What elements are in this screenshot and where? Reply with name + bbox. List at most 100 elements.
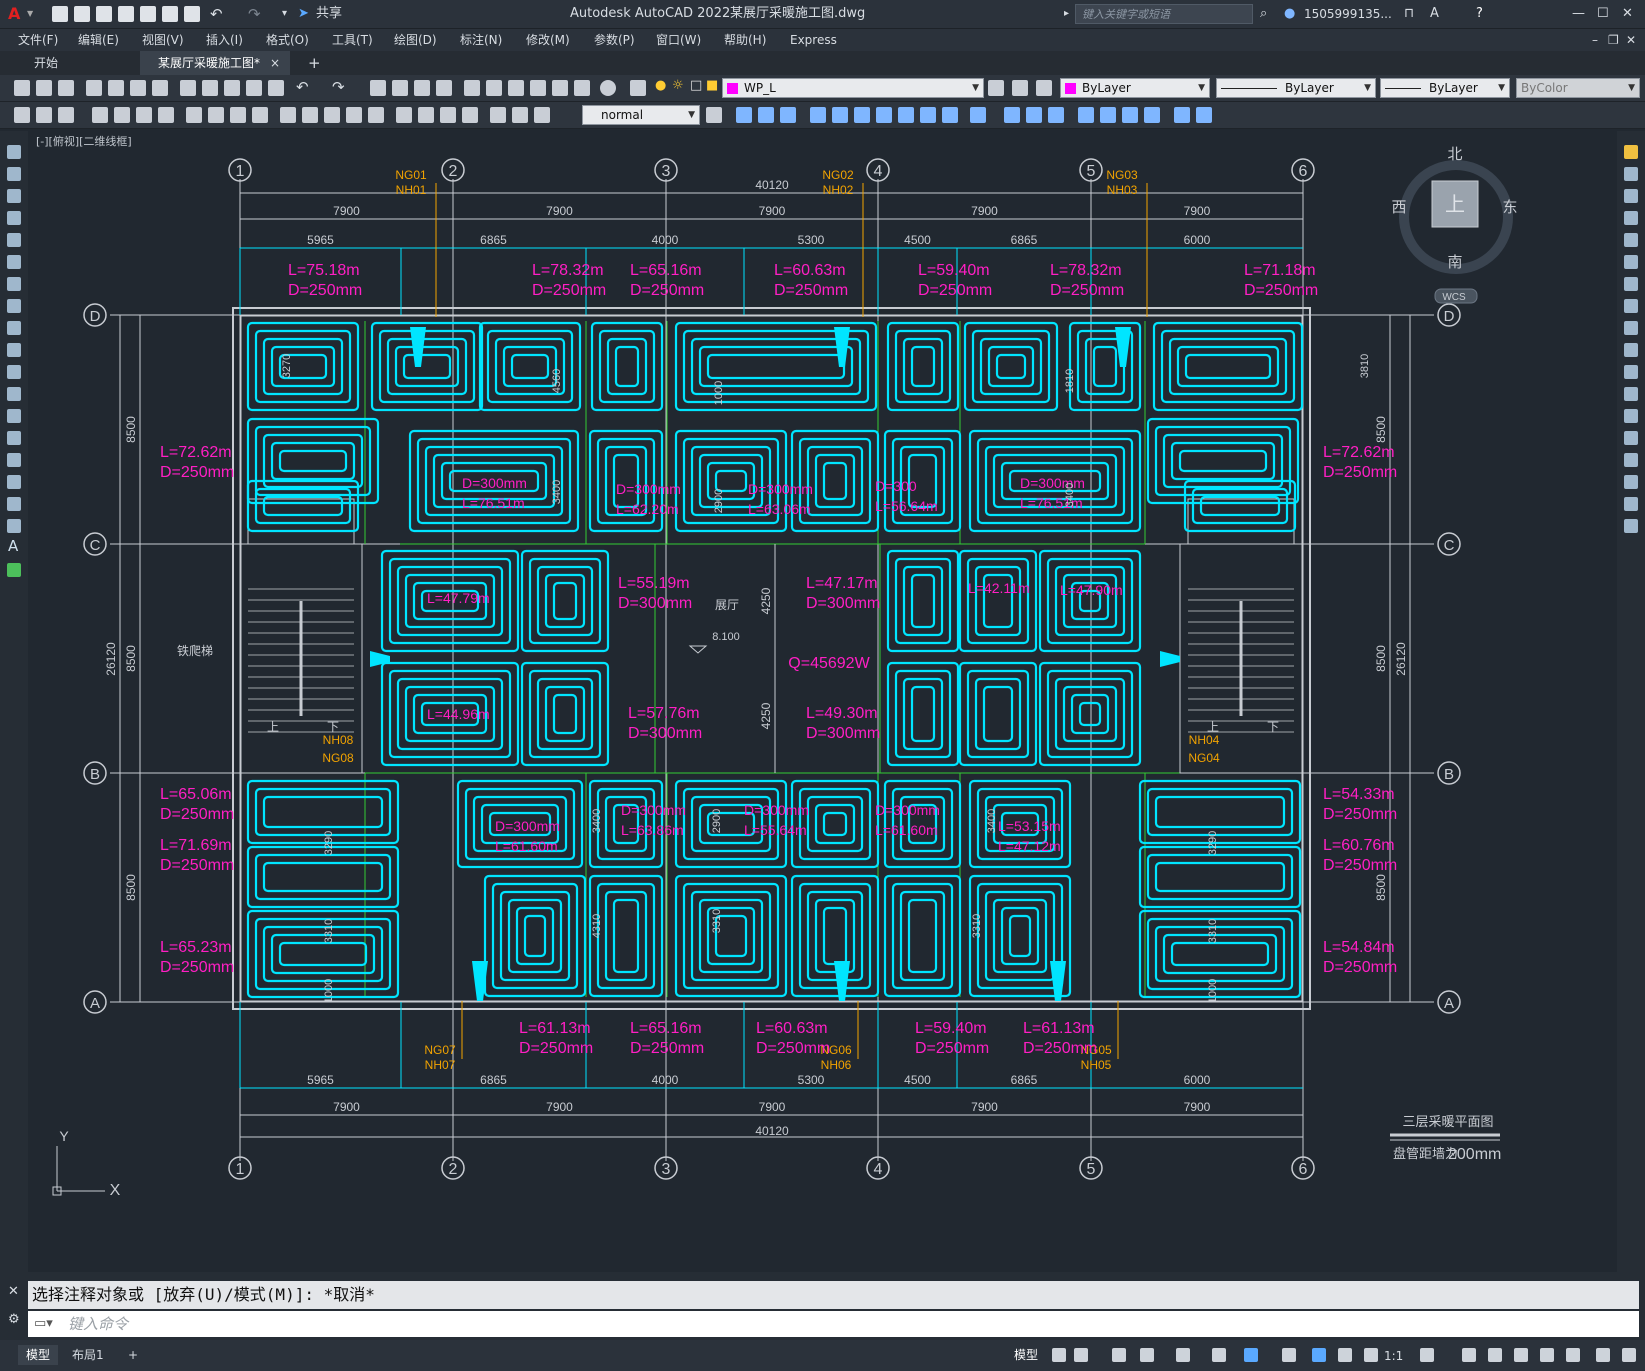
dim-ordinate-icon[interactable] [158,107,174,123]
annotation-scale-value[interactable]: 1:1 [1384,1346,1403,1366]
chamfer-icon[interactable] [1624,453,1638,467]
extra-tool-d-icon[interactable] [1078,107,1094,123]
tab-start[interactable]: 开始 [22,52,70,74]
extra-tool-f-icon[interactable] [1122,107,1138,123]
layer-plot-icon[interactable]: □ [690,78,702,93]
save-web-icon[interactable] [162,6,178,22]
revision-cloud-icon[interactable] [7,299,21,313]
hatch-to-back-icon[interactable] [898,107,914,123]
open-icon[interactable] [36,80,52,96]
draworder-back-icon[interactable] [758,107,774,123]
menu-dimension[interactable]: 标注(N) [460,29,502,51]
lock-ui-icon[interactable] [1540,1348,1554,1362]
tab-active-drawing[interactable]: 某展厅采暖施工图* × [140,51,290,75]
design-center-icon[interactable] [486,80,502,96]
copy-icon[interactable] [202,80,218,96]
text-to-front-icon[interactable] [832,107,848,123]
scale-icon[interactable] [1624,299,1638,313]
make-block-icon[interactable] [7,409,21,423]
annotation-monitor-icon[interactable] [1462,1348,1476,1362]
zoom-previous-icon[interactable] [436,80,452,96]
user-icon[interactable]: ● [1284,0,1295,28]
extra-tool-g-icon[interactable] [1144,107,1160,123]
stretch-icon[interactable] [1624,321,1638,335]
object-snap-tracking-icon[interactable] [1212,1348,1226,1362]
inspection-icon[interactable] [440,107,456,123]
copy-object-icon[interactable] [1624,167,1638,181]
extra-tool-c-icon[interactable] [1048,107,1064,123]
command-customize-icon[interactable]: ⚙ [8,1312,20,1327]
isodraft-icon[interactable] [1176,1348,1190,1362]
workspace-gear-icon[interactable] [1420,1348,1434,1362]
command-prompt-icon[interactable]: ▭▾ [34,1311,53,1337]
group-icon[interactable] [920,107,936,123]
trim-icon[interactable] [1624,343,1638,357]
menu-modify[interactable]: 修改(M) [526,29,570,51]
menu-express[interactable]: Express [790,29,837,51]
tool-icon-b[interactable] [36,107,52,123]
polar-icon[interactable] [1140,1348,1154,1362]
dim-diameter-icon[interactable] [230,107,246,123]
menu-file[interactable]: 文件(F) [18,29,58,51]
quick-dim-icon[interactable] [280,107,296,123]
block-editor-icon[interactable] [268,80,284,96]
break-at-point-icon[interactable] [1624,387,1638,401]
dim-edit-icon[interactable] [490,107,506,123]
doc-close-icon[interactable]: ✕ [1626,29,1636,51]
units-icon[interactable] [1488,1348,1502,1362]
dim-radius-icon[interactable] [186,107,202,123]
circle-icon[interactable] [7,277,21,291]
extra-tool-a-icon[interactable] [1004,107,1020,123]
tab-close-icon[interactable]: × [270,53,280,73]
quickcalc-icon[interactable] [574,80,590,96]
mirror-icon[interactable] [1624,189,1638,203]
tool-icon-a[interactable] [14,107,30,123]
app-menu-chevron-icon[interactable]: ▼ [27,9,33,18]
ellipse-icon[interactable] [7,343,21,357]
sheet-set-icon[interactable] [530,80,546,96]
offset-icon[interactable] [1624,211,1638,225]
center-mark-icon[interactable] [418,107,434,123]
redo-icon[interactable]: ↷ [248,0,261,28]
text-style-dropdown[interactable]: normal ▼ [582,105,700,125]
markup-icon[interactable] [552,80,568,96]
move-icon[interactable] [1624,255,1638,269]
menu-format[interactable]: 格式(O) [266,29,309,51]
tool-icon-c[interactable] [58,107,74,123]
close-icon[interactable]: ✕ [1622,0,1633,28]
extend-icon[interactable] [1624,365,1638,379]
paste-icon[interactable] [224,80,240,96]
drawing-canvas[interactable]: [-][俯视][二维线框] 1 1 2 2 3 3 4 4 5 5 6 6 D D C C B B A A 40120 7… [30,131,1615,1263]
make-current-layer-icon[interactable] [988,80,1004,96]
extra-tool-h-icon[interactable] [1174,107,1190,123]
isolate-objects-icon[interactable] [1566,1348,1580,1362]
dim-angular-icon[interactable] [252,107,268,123]
quick-access-dropdown-icon[interactable]: ▾ [282,0,287,28]
dim-space-icon[interactable] [346,107,362,123]
group-edit-icon[interactable] [970,107,986,123]
app-logo-icon[interactable]: A [8,0,20,28]
erase-icon[interactable] [1624,145,1638,159]
layer-states-icon[interactable] [1036,80,1052,96]
layer-properties-icon[interactable] [630,80,646,96]
add-selected-icon[interactable] [7,563,21,577]
table-icon[interactable] [7,519,21,533]
auto-scale-icon[interactable] [1338,1348,1352,1362]
cut-icon[interactable] [180,80,196,96]
dim-arc-icon[interactable] [136,107,152,123]
search-input[interactable]: 键入关键字或短语 [1075,4,1253,24]
plot-icon[interactable] [184,6,200,22]
customization-icon[interactable] [1622,1348,1636,1362]
mtext-icon[interactable]: A [8,537,18,555]
dim-continue-icon[interactable] [324,107,340,123]
annotation-visibility-icon[interactable] [1312,1348,1326,1362]
save-as-icon[interactable] [118,6,134,22]
model-space-button[interactable]: 模型 [1006,1345,1046,1365]
draworder-front-icon[interactable] [736,107,752,123]
autodesk-account-icon[interactable]: A [1430,0,1439,28]
dim-text-edit-icon[interactable] [512,107,528,123]
publish-icon[interactable] [130,80,146,96]
menu-view[interactable]: 视图(V) [142,29,184,51]
open-web-icon[interactable] [140,6,156,22]
leaders-to-front-icon[interactable] [876,107,892,123]
